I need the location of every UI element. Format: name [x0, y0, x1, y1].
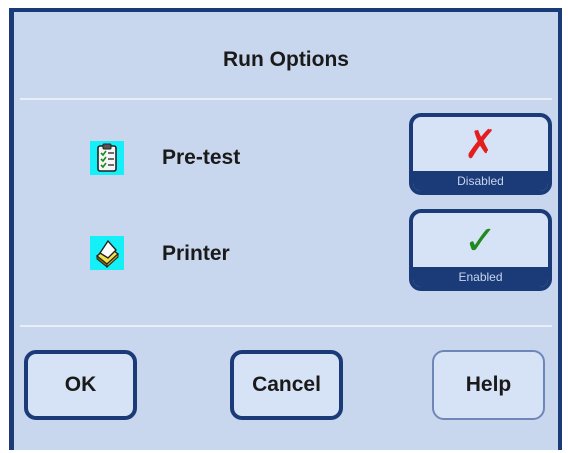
- top-divider: [20, 98, 552, 100]
- pretest-toggle-state: Disabled: [413, 171, 548, 191]
- dialog-title: Run Options: [223, 48, 349, 71]
- green-check-icon: ✓: [463, 219, 498, 263]
- clipboard-checklist-icon: [90, 141, 124, 175]
- printer-icon: [90, 236, 124, 270]
- printer-toggle-button[interactable]: ✓ Enabled: [409, 209, 552, 291]
- bottom-divider: [20, 325, 552, 327]
- run-options-dialog: Run Options Pre-test ✗ Disabled Printer …: [9, 8, 562, 450]
- pretest-label: Pre-test: [162, 146, 241, 169]
- printer-toggle-state: Enabled: [413, 267, 548, 287]
- help-button[interactable]: Help: [432, 350, 545, 420]
- cancel-button[interactable]: Cancel: [230, 350, 343, 420]
- printer-label: Printer: [162, 242, 230, 265]
- ok-button[interactable]: OK: [24, 350, 137, 420]
- pretest-toggle-button[interactable]: ✗ Disabled: [409, 113, 552, 195]
- red-x-icon: ✗: [463, 123, 498, 167]
